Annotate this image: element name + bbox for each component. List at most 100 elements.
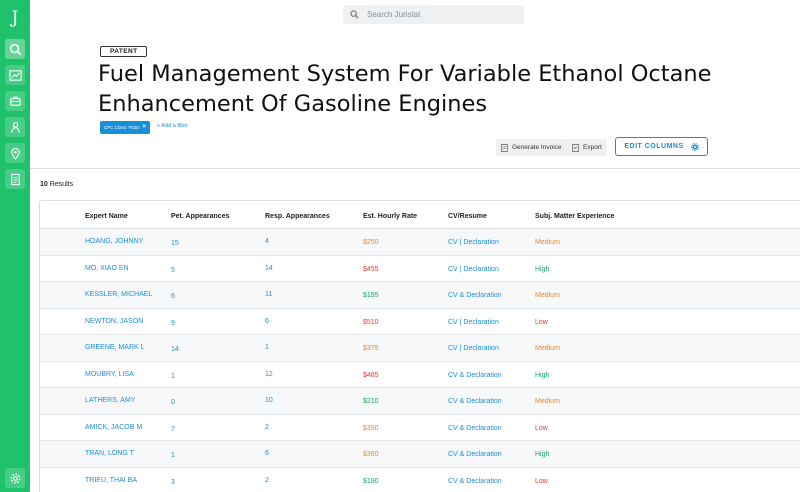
cv-resume-link[interactable]: CV | Declaration (448, 266, 499, 273)
pet-appearances-link[interactable]: 5 (171, 267, 175, 274)
hourly-rate: $350 (363, 424, 379, 432)
column-header-pet-appearances[interactable]: Pet. Appearances (171, 213, 230, 220)
subject-experience: High (535, 451, 550, 458)
resp-appearances-link[interactable]: 2 (265, 477, 269, 484)
hourly-rate: $190 (363, 477, 379, 485)
search-input[interactable] (367, 10, 517, 19)
expert-name-link[interactable]: NEWTON, JASON (85, 318, 143, 325)
generate-invoice-button[interactable]: Generate Invoice (496, 139, 567, 156)
expert-name-link[interactable]: KESSLER, MICHAEL (85, 291, 152, 298)
export-icon (572, 143, 579, 152)
resp-appearances-link[interactable]: 14 (265, 265, 273, 272)
cv-resume-link[interactable]: CV & Declaration (448, 451, 502, 458)
column-header-resp-appearances[interactable]: Resp. Appearances (265, 213, 330, 220)
app-logo[interactable]: J (0, 6, 30, 30)
table-row: LATHERS, AMY 0 10 $210 CV & Declaration Mediu… (40, 388, 800, 415)
export-label: Export (583, 144, 602, 151)
expert-name-link[interactable]: AMICK, JACOB M (85, 424, 142, 431)
page-title: Fuel Management System For Variable Etha… (98, 61, 712, 117)
cv-resume-link[interactable]: CV & Declaration (448, 372, 502, 379)
gear-icon (690, 142, 699, 151)
pet-appearances-link[interactable]: 14 (171, 346, 179, 353)
page-header: PATENT Fuel Management System For Variab… (30, 30, 800, 168)
subject-experience: Medium (535, 398, 560, 405)
patent-badge: PATENT (100, 46, 148, 57)
subject-experience: Low (535, 477, 548, 485)
cv-resume-link[interactable]: CV | Declaration (448, 319, 499, 326)
chart-icon[interactable] (5, 65, 25, 85)
expert-name-link[interactable]: TRAN, LONG T (85, 450, 134, 457)
expert-name-link[interactable]: HOANG, JOHNNY (85, 238, 143, 245)
expert-name-link[interactable]: LATHERS, AMY (85, 397, 135, 404)
hourly-rate: $455 (363, 265, 379, 273)
column-header-expert-name[interactable]: Expert Name (85, 213, 128, 220)
pet-appearances-link[interactable]: 0 (171, 399, 175, 406)
person-icon[interactable] (5, 117, 25, 137)
hourly-rate: $250 (363, 239, 379, 246)
resp-appearances-link[interactable]: 10 (265, 397, 273, 404)
briefcase-icon[interactable] (5, 91, 25, 111)
table-row: AMICK, JACOB M 7 2 $350 CV & Declaration Low (40, 415, 800, 441)
resp-appearances-link[interactable]: 1 (265, 344, 269, 351)
column-header-subject-experience[interactable]: Subj. Matter Experience (535, 213, 614, 220)
resp-appearances-link[interactable]: 4 (265, 238, 269, 245)
expert-name-link[interactable]: GREENE, MARK L (85, 344, 145, 351)
column-header-hourly-rate[interactable]: Est. Hourly Rate (363, 213, 417, 220)
pet-appearances-link[interactable]: 1 (171, 373, 175, 380)
cv-resume-link[interactable]: CV & Declaration (448, 478, 502, 485)
pet-appearances-link[interactable]: 7 (171, 426, 175, 433)
resp-appearances-link[interactable]: 6 (265, 450, 269, 457)
gear-icon[interactable] (5, 468, 25, 488)
experts-table: Expert Name Pet. Appearances Resp. Appea… (39, 200, 800, 492)
pet-appearances-link[interactable]: 6 (171, 293, 175, 300)
resp-appearances-link[interactable]: 11 (265, 291, 272, 298)
expert-name-link[interactable]: TRIEU, THAI BA (85, 477, 137, 484)
subject-experience: Low (535, 424, 548, 432)
add-filter-link[interactable]: + Add a filter (157, 123, 188, 129)
table-row: KESSLER, MICHAEL 6 11 $195 CV & Declaration M… (40, 282, 800, 309)
search-box[interactable] (343, 5, 524, 24)
document-icon[interactable] (5, 169, 25, 189)
hourly-rate: $375 (363, 345, 379, 352)
resp-appearances-link[interactable]: 2 (265, 424, 269, 431)
cv-resume-link[interactable]: CV | Declaration (448, 239, 499, 246)
subject-experience: Medium (535, 292, 560, 299)
sidebar: J (0, 0, 30, 492)
table-row: HOANG, JOHNNY 15 4 $250 CV | Declaration Medi… (40, 229, 800, 256)
filter-chip[interactable]: CPC Class: F02D × (100, 121, 151, 134)
results-count: 10 Results (40, 181, 73, 188)
cv-resume-link[interactable]: CV & Declaration (448, 425, 502, 432)
filter-chip-label: CPC Class: F02D (104, 125, 140, 130)
table-body: HOANG, JOHNNY 15 4 $250 CV | Declaration Medi… (40, 229, 800, 492)
subject-experience: High (535, 371, 550, 379)
table-row: TRAN, LONG T 1 6 $360 CV & Declaration High (40, 441, 800, 468)
resp-appearances-link[interactable]: 6 (265, 318, 269, 325)
pet-appearances-link[interactable]: 9 (171, 320, 175, 327)
cv-resume-link[interactable]: CV & Declaration (448, 292, 502, 299)
table-row: NEWTON, JASON 9 6 $510 CV | Declaration Low (40, 309, 800, 335)
expert-name-link[interactable]: MOUBRY, LISA (85, 371, 134, 378)
subject-experience: Medium (535, 239, 560, 246)
subject-experience: High (535, 265, 550, 273)
resp-appearances-link[interactable]: 12 (265, 371, 273, 378)
hourly-rate: $210 (363, 398, 379, 405)
pet-appearances-link[interactable]: 3 (171, 479, 175, 486)
pet-appearances-link[interactable]: 1 (171, 452, 175, 459)
results-label: Results (49, 181, 74, 188)
pet-appearances-link[interactable]: 15 (171, 240, 179, 247)
column-header-cv-resume[interactable]: CV/Resume (448, 213, 487, 220)
cv-resume-link[interactable]: CV & Declaration (448, 398, 502, 405)
expert-name-link[interactable]: MO, XIAO EN (85, 265, 129, 272)
search-icon (350, 10, 359, 19)
edit-columns-label: EDIT COLUMNS (624, 143, 684, 150)
edit-columns-button[interactable]: EDIT COLUMNS (615, 137, 708, 156)
close-icon[interactable]: × (143, 121, 147, 134)
location-icon[interactable] (5, 143, 25, 163)
search-icon[interactable] (5, 39, 25, 59)
cv-resume-link[interactable]: CV | Declaration (448, 345, 499, 352)
table-row: TRIEU, THAI BA 3 2 $190 CV & Declaration Low (40, 468, 800, 492)
table-row: MO, XIAO EN 5 14 $455 CV | Declaration High (40, 256, 800, 282)
subject-experience: Low (535, 318, 548, 326)
hourly-rate: $360 (363, 451, 379, 458)
export-button[interactable]: Export (567, 139, 607, 156)
